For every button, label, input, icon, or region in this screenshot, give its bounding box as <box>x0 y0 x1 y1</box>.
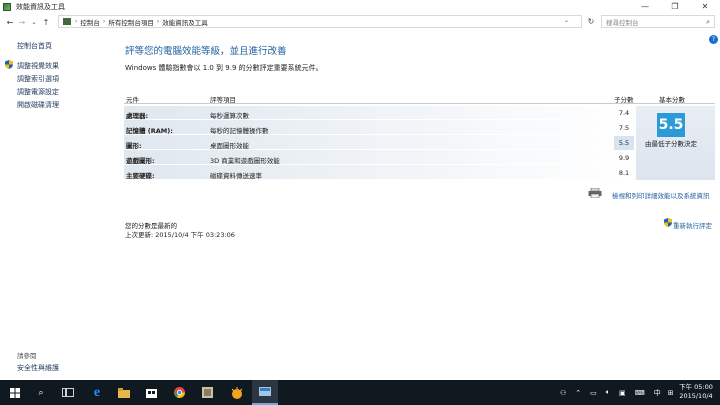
component-name: 記憶體 (RAM): <box>126 127 173 135</box>
security-maintenance-link[interactable]: 安全性與維護 <box>17 363 59 373</box>
help-icon[interactable]: ? <box>709 35 718 44</box>
breadcrumb-chevron-icon[interactable]: › <box>103 18 105 25</box>
table-row: 記憶體 (RAM): 每秒的記憶體操作數 7.5 <box>124 121 634 135</box>
system-tray: ⚇ ⌃ ▭ 🔈︎ ▣ ⌨ 中 ⊞ <box>560 380 674 405</box>
chrome-icon[interactable] <box>166 380 192 405</box>
subscore-value: 9.9 <box>618 154 630 162</box>
breadcrumb-chevron-icon[interactable]: › <box>75 18 77 25</box>
component-name: 主要硬碟: <box>126 172 155 180</box>
task-view-icon[interactable] <box>55 380 81 405</box>
search-icon[interactable]: ⌕ <box>28 380 54 405</box>
windows-logo-icon <box>10 387 20 398</box>
print-details-link[interactable]: 檢視和列印詳細效能以及系統資訊 <box>612 190 710 200</box>
uac-shield-icon <box>664 218 672 227</box>
taskbar: ⌕ e ⚇ ⌃ ▭ 🔈︎ ▣ ⌨ 中 ⊞ 下午 05:00 2015/10/4 <box>0 380 720 405</box>
ime-indicator[interactable]: 中 <box>654 388 661 398</box>
breadcrumb-all-items[interactable]: 所有控制台項目 <box>108 17 154 27</box>
edge-browser-icon[interactable]: e <box>84 380 110 405</box>
search-icon[interactable]: ⌕ <box>706 18 710 27</box>
uac-shield-icon <box>5 60 13 69</box>
forward-arrow-icon[interactable]: → <box>16 15 28 29</box>
component-description: 磁碟資料傳送速率 <box>210 172 262 180</box>
see-also-label: 請參閱 <box>17 352 37 360</box>
page-title: 評等您的電腦效能等級，並且進行改善 <box>125 46 287 57</box>
control-panel-app-icon <box>3 2 11 11</box>
clock-time: 下午 05:00 <box>679 383 713 391</box>
control-panel-folder-icon <box>63 18 71 25</box>
start-button[interactable] <box>2 380 28 405</box>
page-description: Windows 體驗指數會以 1.0 到 9.9 的分數評定重要系統元件。 <box>125 64 323 72</box>
close-button[interactable]: ✕ <box>690 0 720 13</box>
address-dropdown-chevron-icon[interactable]: ⌄ <box>564 17 569 24</box>
table-row: 遊戲圖形: 3D 商業和遊戲圖形效能 9.9 <box>124 151 634 165</box>
system-clock[interactable]: 下午 05:00 2015/10/4 <box>676 383 716 401</box>
clock-date: 2015/10/4 <box>679 392 713 400</box>
app-thumbnail-icon[interactable] <box>194 380 220 405</box>
search-placeholder: 搜尋控制台 <box>606 18 639 27</box>
people-icon[interactable]: ⚇ <box>560 389 566 397</box>
table-header: 元件 評等項目 子分數 基本分數 <box>124 90 715 104</box>
table-row: 圖形: 桌面圖形效能 5.5 <box>124 136 634 150</box>
up-arrow-icon[interactable]: ↑ <box>40 15 52 29</box>
table-row: 處理器: 每秒運算次數 7.4 <box>124 106 634 120</box>
refresh-icon[interactable]: ↻ <box>585 15 597 28</box>
input-keyboard-icon[interactable]: ⌨ <box>635 389 645 397</box>
tray-overflow-chevron-icon[interactable]: ⌃ <box>575 389 581 397</box>
subscore-value: 7.5 <box>618 124 630 132</box>
header-component: 元件 <box>126 96 139 104</box>
file-explorer-icon[interactable] <box>111 380 137 405</box>
network-icon[interactable]: ▣ <box>619 389 626 397</box>
base-score-description: 由最低子分數決定 <box>645 140 697 148</box>
store-icon[interactable] <box>138 380 164 405</box>
header-rating: 評等項目 <box>210 96 236 104</box>
minimize-button[interactable]: — <box>630 0 660 13</box>
score-table: 元件 評等項目 子分數 基本分數 處理器: 每秒運算次數 7.4 記憶體 (RA… <box>124 90 715 182</box>
breadcrumb-chevron-icon[interactable]: › <box>157 18 159 25</box>
sidebar-item-indexing-options[interactable]: 調整索引選項 <box>17 74 59 84</box>
component-description: 每秒運算次數 <box>210 112 249 120</box>
back-arrow-icon[interactable]: ← <box>4 15 16 29</box>
control-panel-taskbar-icon[interactable] <box>252 380 278 405</box>
header-subscore: 子分數 <box>614 96 634 104</box>
subscore-value-lowest: 5.5 <box>614 136 634 150</box>
component-description: 3D 商業和遊戲圖形效能 <box>210 157 280 165</box>
component-name: 遊戲圖形: <box>126 157 155 165</box>
window-title: 效能資訊及工具 <box>16 2 65 11</box>
component-description: 每秒的記憶體操作數 <box>210 127 269 135</box>
breadcrumb-control-panel[interactable]: 控制台 <box>80 17 100 27</box>
title-bar: 效能資訊及工具 — ❐ ✕ <box>0 0 720 13</box>
address-bar[interactable]: › 控制台 › 所有控制台項目 › 效能資訊及工具 ⌄ <box>58 15 582 28</box>
sidebar-item-power-settings[interactable]: 調整電源設定 <box>17 87 59 97</box>
rerun-assessment-link[interactable]: 重新執行評定 <box>673 220 712 230</box>
header-basescore: 基本分數 <box>659 96 685 104</box>
sidebar-item-disk-cleanup[interactable]: 開啟磁碟清理 <box>17 100 59 110</box>
maximize-button[interactable]: ❐ <box>660 0 690 13</box>
table-row: 主要硬碟: 磁碟資料傳送速率 8.1 <box>124 166 634 180</box>
component-name: 圖形: <box>126 142 142 150</box>
component-name: 處理器: <box>126 112 149 120</box>
printer-icon <box>588 188 602 198</box>
component-description: 桌面圖形效能 <box>210 142 249 150</box>
recent-locations-chevron-icon[interactable]: ⌄ <box>28 15 40 29</box>
subscore-value: 7.4 <box>618 109 630 117</box>
base-score-badge: 5.5 <box>657 113 685 137</box>
table-body: 處理器: 每秒運算次數 7.4 記憶體 (RAM): 每秒的記憶體操作數 7.5… <box>124 106 634 180</box>
language-grid-icon[interactable]: ⊞ <box>668 389 674 397</box>
sidebar: 控制台首頁 調整視覺效果 調整索引選項 調整電源設定 開啟磁碟清理 請參閱 安全… <box>0 38 110 378</box>
sidebar-item-label: 調整視覺效果 <box>17 62 59 70</box>
search-input[interactable]: 搜尋控制台 ⌕ <box>601 15 715 28</box>
sidebar-item-visual-effects[interactable]: 調整視覺效果 <box>5 60 59 71</box>
breadcrumb-performance[interactable]: 效能資訊及工具 <box>162 17 208 27</box>
subscore-value: 8.1 <box>618 169 630 177</box>
last-update-text: 上次更新: 2015/10/4 下午 03:23:06 <box>125 231 235 239</box>
app-orange-icon[interactable] <box>224 380 250 405</box>
volume-icon[interactable]: 🔈︎ <box>606 388 610 397</box>
battery-icon[interactable]: ▭ <box>590 389 597 397</box>
sidebar-control-panel-home[interactable]: 控制台首頁 <box>17 41 52 51</box>
